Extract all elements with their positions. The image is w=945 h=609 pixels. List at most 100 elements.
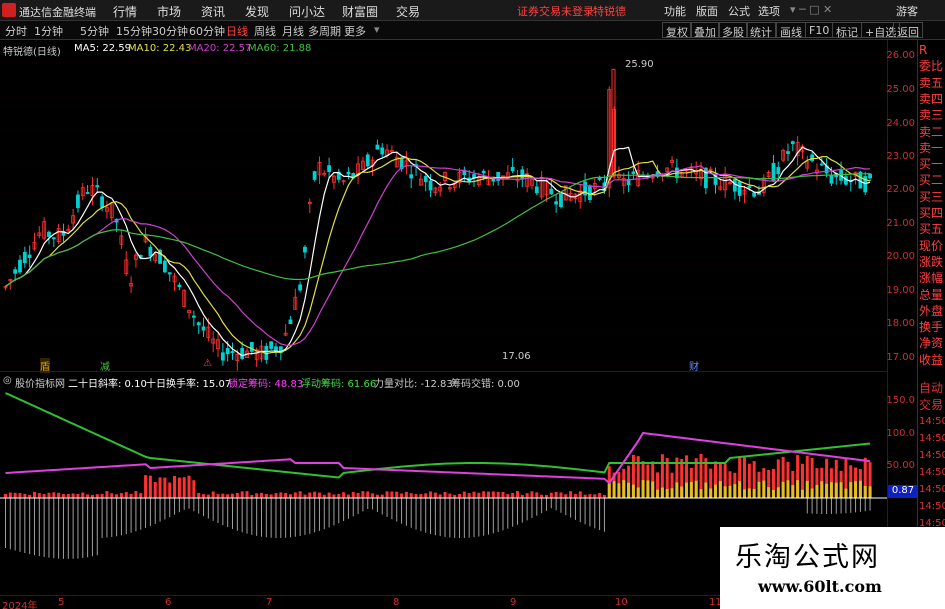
- period-monthly[interactable]: 月线: [282, 23, 304, 39]
- turnover-bar: [221, 493, 225, 498]
- period-daily[interactable]: 日线: [226, 23, 248, 39]
- period-tick[interactable]: 分时: [5, 23, 27, 39]
- period-more[interactable]: 更多: [344, 23, 366, 39]
- period-multi[interactable]: 多周期: [308, 23, 341, 39]
- chip-bar: [651, 481, 655, 498]
- menu-item-news[interactable]: 资讯: [201, 3, 225, 20]
- draw-button[interactable]: 画线: [776, 22, 806, 39]
- quote-side-panel[interactable]: R 委比 卖五 卖四 卖三 卖二 卖一 买一 买二 买三 买四 买五 现价 涨跌 涨幅 总量 外盘 换手 净资 收益自…: [917, 40, 945, 595]
- candle-body: [240, 347, 245, 359]
- turnover-bar: [593, 494, 597, 498]
- chip-bar: [718, 481, 722, 498]
- event-mark-finance[interactable]: 财: [689, 358, 699, 373]
- turnover-bar: [144, 475, 148, 498]
- turnover-bar: [163, 477, 167, 498]
- indicator-name[interactable]: 股价指标网: [15, 375, 65, 390]
- period-1min[interactable]: 1分钟: [34, 23, 63, 39]
- warning-icon[interactable]: ⚠: [203, 358, 212, 369]
- turnover-bar: [76, 493, 80, 498]
- turnover-bar: [61, 494, 65, 498]
- menu-bar: 通达信金融终端 行情 市场 资讯 发现 问小达 财富圈 交易 证券交易未登录 特…: [0, 0, 945, 21]
- adjust-button[interactable]: 复权: [662, 22, 692, 39]
- turnover-bar: [303, 494, 307, 498]
- candle-body: [428, 180, 433, 191]
- date-tick: 2024年: [2, 601, 38, 609]
- chip-bar: [776, 487, 780, 498]
- period-toolbar: 分时 1分钟 5分钟 15分钟 30分钟 60分钟 日线 周线 月线 多周期 更…: [0, 21, 945, 40]
- menu-item-ask[interactable]: 问小达: [289, 3, 325, 20]
- period-60min[interactable]: 60分钟: [189, 23, 225, 39]
- candle-body: [269, 341, 274, 349]
- turnover-bar: [216, 494, 220, 498]
- turnover-bar: [569, 491, 573, 498]
- period-5min[interactable]: 5分钟: [80, 23, 109, 39]
- indicator-settings-icon[interactable]: ◎: [3, 375, 12, 386]
- turnover-bar: [559, 492, 563, 498]
- menu-layout[interactable]: 版面: [696, 3, 718, 19]
- ma10-legend: MA10: 22.43: [128, 43, 192, 54]
- turnover-bar: [356, 493, 360, 498]
- chip-bar: [699, 489, 703, 498]
- chip-bar: [636, 487, 640, 498]
- menu-item-discover[interactable]: 发现: [245, 3, 269, 20]
- dropdown-arrow-icon[interactable]: ▾: [374, 23, 380, 36]
- event-mark-1[interactable]: 盾: [40, 358, 50, 373]
- panel-label: 换手: [919, 320, 944, 335]
- menu-item-market[interactable]: 市场: [157, 3, 181, 20]
- chip-bar: [742, 489, 746, 498]
- menu-item-wealth[interactable]: 财富圈: [342, 3, 378, 20]
- turnover-bar: [177, 477, 181, 498]
- turnover-bar: [298, 491, 302, 498]
- menu-formula[interactable]: 公式: [728, 3, 750, 19]
- period-weekly[interactable]: 周线: [254, 23, 276, 39]
- price-tick: 17.00: [886, 352, 915, 363]
- app-title: 通达信金融终端: [19, 6, 96, 19]
- turnover-bar: [313, 491, 317, 498]
- period-30min[interactable]: 30分钟: [152, 23, 188, 39]
- candle-body: [312, 171, 317, 180]
- panel-label: 买四: [919, 206, 944, 220]
- menu-function[interactable]: 功能: [664, 3, 686, 19]
- chip-bar: [786, 480, 790, 498]
- candle-body: [554, 201, 559, 205]
- panel-label: 卖四: [919, 91, 944, 106]
- f10-button[interactable]: F10: [805, 22, 834, 38]
- turnover-bar: [279, 492, 283, 498]
- overlay-button[interactable]: 叠加: [690, 22, 720, 39]
- turnover-bar: [4, 493, 7, 498]
- turnover-bar: [385, 491, 389, 498]
- candlestick-chart[interactable]: 特锐德(日线) MA5: 22.59 MA10: 22.43 MA20: 22.…: [0, 40, 887, 373]
- menu-options[interactable]: 选项: [758, 3, 780, 19]
- guest-user[interactable]: 游客: [896, 3, 918, 19]
- panel-label: 卖三: [919, 108, 944, 123]
- window-controls[interactable]: ▾ ─ □ ✕: [790, 3, 832, 16]
- stats-button[interactable]: 统计: [746, 22, 776, 39]
- menu-item-quotes[interactable]: 行情: [113, 3, 137, 20]
- candle-body: [611, 68, 616, 178]
- chip-bar: [617, 483, 621, 498]
- ma5-legend: MA5: 22.59: [74, 43, 132, 54]
- panel-label: 14:50: [919, 501, 945, 512]
- turnover-bar: [371, 493, 375, 498]
- turnover-bar: [240, 491, 244, 498]
- turnover-bar: [95, 494, 99, 498]
- main-legend-title: 特锐德(日线): [3, 47, 61, 58]
- candle-body: [534, 186, 539, 194]
- event-mark-2[interactable]: 减: [100, 358, 110, 373]
- period-15min[interactable]: 15分钟: [116, 23, 152, 39]
- turnover-bar: [346, 494, 350, 498]
- mark-button[interactable]: 标记: [832, 22, 862, 39]
- candle-body: [732, 179, 737, 192]
- candle-body: [868, 173, 872, 179]
- back-button[interactable]: 返回: [893, 22, 923, 39]
- date-tick: 6: [165, 597, 172, 608]
- panel-label: 自动: [919, 381, 944, 395]
- multi-stock-button[interactable]: 多股: [718, 22, 748, 39]
- candle-body: [95, 185, 100, 188]
- chip-bar: [868, 486, 872, 498]
- turnover-bar: [337, 493, 341, 498]
- menu-item-trade[interactable]: 交易: [396, 3, 420, 20]
- login-notice[interactable]: 证券交易未登录: [517, 3, 594, 19]
- turnover-bar: [81, 492, 85, 498]
- chip-bar: [858, 480, 862, 498]
